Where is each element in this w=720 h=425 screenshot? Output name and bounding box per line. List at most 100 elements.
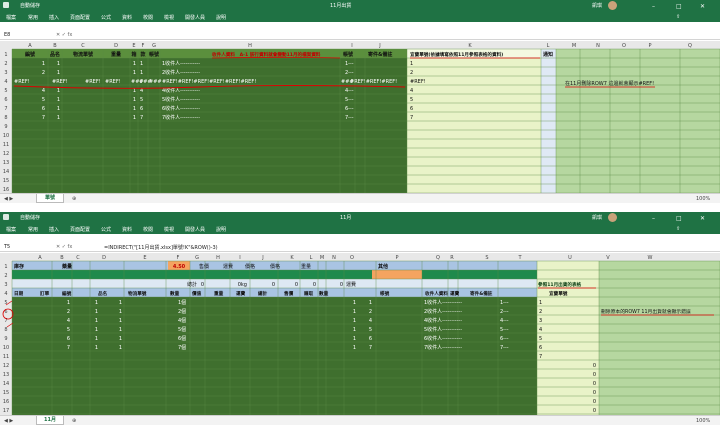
column-header: M (320, 255, 324, 261)
column-header: B (53, 43, 57, 49)
cell-f: 1 (140, 70, 143, 76)
cell-m: 1 (353, 345, 356, 351)
row-number: 14 (3, 381, 9, 387)
cell-k: 1 (410, 61, 413, 67)
cell-n: 7 (369, 345, 372, 351)
close-icon[interactable]: ✕ (700, 2, 705, 11)
column-header: I (239, 255, 240, 261)
cell-f: 7個 (178, 344, 186, 351)
autosave-label[interactable]: 自動儲存 (20, 214, 40, 221)
avatar[interactable] (608, 213, 617, 222)
cell-k: 6 (410, 106, 413, 112)
worksheet-grid[interactable]: A B C D E F G H I J K L M N O P Q R S T U V W 1 2 3 4 5 6 7 8 9 10 11 12 13… (0, 253, 720, 415)
row-number: 5 (4, 300, 7, 306)
row-number: 1 (4, 52, 7, 58)
worksheet-cells[interactable]: A B C D E F G H I J K L M N O P Q R S T U V W12345678910111213… (0, 253, 720, 415)
tab-insert[interactable]: 插入 (49, 14, 59, 21)
tab-developer[interactable]: 開發人員 (185, 226, 205, 233)
maximize-icon[interactable]: □ (676, 214, 682, 223)
tab-page-layout[interactable]: 頁面配置 (70, 14, 90, 21)
header-cell: 通知 (543, 51, 553, 58)
tab-review[interactable]: 校閱 (143, 226, 153, 233)
user-name[interactable]: 凱琪 (592, 2, 602, 9)
tab-developer[interactable]: 開發人員 (185, 14, 205, 21)
sheet-nav-icons[interactable]: ◀ ▶ (4, 196, 13, 202)
sheet-tab-active[interactable]: 11月 (36, 416, 64, 425)
cell-e: 1 (133, 97, 136, 103)
tab-file[interactable]: 檔案 (6, 14, 16, 21)
cell-n: 6 (369, 336, 372, 342)
cell-c: 6 (67, 336, 70, 342)
row2-band (12, 270, 537, 279)
ribbon-tabs: 檔案 常用 插入 頁面配置 公式 資料 校閱 檢視 開發人員 說明 ⇪ (0, 223, 720, 234)
tab-formulas[interactable]: 公式 (101, 226, 111, 233)
cell-c: #REF! (85, 79, 101, 85)
worksheet-grid[interactable]: A B C D E F G H I J K L M N O P Q 1 2 3 4 5 6 7 8 9 10 11 12 13 14 15 16… (0, 41, 720, 195)
cell-c: 4 (67, 318, 70, 324)
tab-home[interactable]: 常用 (28, 226, 38, 233)
zoom-level[interactable]: 100% (696, 196, 710, 202)
header-cell: 價值 (191, 290, 202, 297)
cell-e: 1 (119, 327, 122, 333)
header-cell: 重量 (214, 290, 224, 297)
cell-j1: 價格 (270, 263, 280, 270)
close-icon[interactable]: ✕ (700, 214, 705, 223)
row-number: 12 (3, 363, 9, 369)
tab-formulas[interactable]: 公式 (101, 14, 111, 21)
header-cell: 編號 (62, 290, 72, 297)
add-sheet-icon[interactable]: ⊕ (72, 418, 76, 424)
cell-r: 1--- (500, 300, 509, 306)
row-number: 3 (4, 282, 7, 288)
worksheet-cells[interactable]: A B C D E F G H I J K L M N O P Q12345678910111213141516… (0, 41, 720, 195)
tab-help[interactable]: 說明 (216, 226, 226, 233)
tab-view[interactable]: 檢視 (164, 14, 174, 21)
tab-help[interactable]: 說明 (216, 14, 226, 21)
annotation-note: 刪除原本的ROW7 11月出貨就會顯示錯誤 (601, 308, 691, 315)
fx-icon[interactable]: ✕ ✓ fx (56, 32, 72, 38)
cell-a: 2 (42, 70, 45, 76)
cell-t: 0 (593, 363, 596, 369)
formula-input[interactable]: =INDIRECT("[11月出貨.xlsx]單號!K"&ROW()-3) (104, 244, 218, 251)
excel-app-icon (3, 2, 9, 8)
minimize-icon[interactable]: – (652, 214, 655, 223)
name-box[interactable]: T5 (4, 244, 10, 250)
tab-page-layout[interactable]: 頁面配置 (70, 226, 90, 233)
tab-data[interactable]: 資料 (122, 226, 132, 233)
cell-g1: 售價 (199, 263, 209, 270)
minimize-icon[interactable]: – (652, 2, 655, 11)
add-sheet-icon[interactable]: ⊕ (72, 196, 76, 202)
avatar[interactable] (608, 1, 617, 10)
status-bar: ◀ ▶ 單號 ⊕ 100% (0, 193, 720, 203)
tab-home[interactable]: 常用 (28, 14, 38, 21)
cell-a: 6 (42, 106, 45, 112)
header-cell: 帳號 (343, 51, 353, 58)
share-icon[interactable]: ⇪ (676, 226, 680, 232)
name-box[interactable]: E8 (4, 32, 10, 38)
user-name[interactable]: 凱琪 (592, 214, 602, 221)
tab-review[interactable]: 校閱 (143, 14, 153, 21)
column-header: H (248, 43, 252, 49)
tab-file[interactable]: 檔案 (6, 226, 16, 233)
share-icon[interactable]: ⇪ (676, 14, 680, 20)
cell-n: 1 (369, 300, 372, 306)
zoom-level[interactable]: 100% (696, 418, 710, 424)
tab-insert[interactable]: 插入 (49, 226, 59, 233)
autosave-label[interactable]: 自動儲存 (20, 2, 40, 9)
cell-i3: 0 (272, 282, 275, 288)
tab-view[interactable]: 檢視 (164, 226, 174, 233)
row-number: 7 (4, 106, 7, 112)
sheet-tab-active[interactable]: 單號 (36, 194, 64, 203)
cell-g: ### (149, 79, 162, 85)
cell-n: 4 (369, 318, 372, 324)
row-number: 11 (3, 354, 9, 360)
cell-j: #REF!#REF!#REF! (350, 79, 397, 85)
header-cell: 編號 (25, 51, 35, 58)
cell-b: #REF! (52, 79, 68, 85)
sheet-nav-icons[interactable]: ◀ ▶ (4, 418, 13, 424)
cell-b: 1 (57, 106, 60, 112)
fx-icon[interactable]: ✕ ✓ fx (56, 244, 72, 250)
maximize-icon[interactable]: □ (676, 2, 682, 11)
cell-b: 1 (57, 97, 60, 103)
header-cell: 重量 (111, 51, 121, 58)
tab-data[interactable]: 資料 (122, 14, 132, 21)
